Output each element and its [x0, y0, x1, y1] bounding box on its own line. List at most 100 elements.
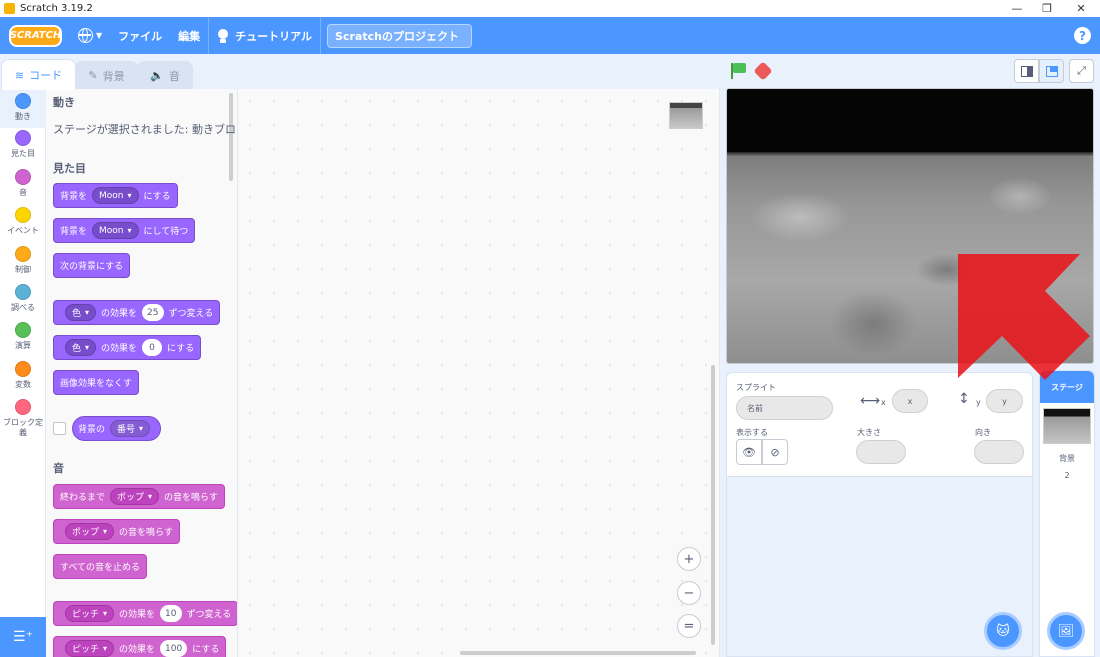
- tab-sounds-label: 音: [168, 69, 180, 83]
- vertical-arrows-icon: ↕: [958, 391, 970, 407]
- direction-input[interactable]: [974, 440, 1024, 464]
- script-vertical-scrollbar[interactable]: [711, 365, 715, 645]
- category-my-blocks[interactable]: ブロック定義: [0, 399, 46, 438]
- choose-backdrop-button[interactable]: 🖼: [1047, 612, 1085, 650]
- normal-stage-icon: [1045, 65, 1058, 77]
- category-label: 演算: [15, 341, 31, 350]
- tab-code-label: コード: [29, 69, 63, 82]
- show-label: 表示する: [736, 428, 768, 437]
- zoom-out-icon: −: [683, 585, 695, 601]
- zoom-in-icon: +: [683, 551, 695, 567]
- language-menu[interactable]: ▼: [70, 17, 110, 54]
- category-dot: [15, 361, 31, 377]
- tutorials-label: チュートリアル: [235, 29, 313, 43]
- category-operators[interactable]: 演算: [0, 322, 46, 351]
- sound-effect-dropdown[interactable]: ピッチ: [65, 605, 115, 622]
- category-label: 変数: [15, 380, 31, 389]
- pitch-amount-input[interactable]: 10: [160, 605, 182, 622]
- change-effect-block[interactable]: 色 の効果を 25 ずつ変える: [53, 300, 221, 325]
- effect-amount-input[interactable]: 25: [142, 304, 164, 321]
- sound-effect-dropdown[interactable]: ピッチ: [65, 640, 115, 657]
- stage-thumbnail: [1043, 408, 1091, 444]
- backdrop-attribute-dropdown[interactable]: 番号: [110, 420, 151, 437]
- close-button[interactable]: ✕: [1064, 0, 1098, 17]
- editor-tabs: ≋ コード ✎ 背景 🔈 音: [0, 54, 720, 90]
- file-menu[interactable]: ファイル: [110, 17, 170, 54]
- set-effect-block[interactable]: 色 の効果を 0 にする: [53, 335, 202, 360]
- tab-backdrops[interactable]: ✎ 背景: [74, 61, 139, 89]
- size-input[interactable]: [856, 440, 906, 464]
- red-arrow-shape: [958, 254, 1090, 380]
- pitch-value-input[interactable]: 100: [160, 640, 188, 657]
- y-position-input[interactable]: y: [986, 389, 1023, 413]
- tab-backdrops-label: 背景: [102, 69, 125, 83]
- script-horizontal-scrollbar[interactable]: [460, 651, 696, 655]
- zoom-reset-button[interactable]: =: [677, 614, 701, 638]
- tutorials-menu[interactable]: チュートリアル: [209, 17, 320, 54]
- show-sprite-button[interactable]: 👁: [736, 439, 762, 465]
- category-sensing[interactable]: 調べる: [0, 284, 46, 313]
- category-events[interactable]: イベント: [0, 207, 46, 236]
- stage-selector[interactable]: ステージ 背景 2 🖼: [1039, 370, 1095, 657]
- next-backdrop-block[interactable]: 次の背景にする: [53, 253, 131, 278]
- category-motion[interactable]: 動き: [0, 89, 46, 128]
- switch-backdrop-wait-block[interactable]: 背景を Moon にして待つ: [53, 218, 196, 243]
- sound-dropdown[interactable]: ポップ: [65, 523, 115, 540]
- effect-dropdown[interactable]: 色: [65, 304, 97, 321]
- sound-dropdown[interactable]: ポップ: [110, 488, 160, 505]
- x-label: x: [881, 398, 886, 407]
- x-position-input[interactable]: x: [892, 389, 928, 413]
- backdrop-number-reporter[interactable]: 背景の 番号: [72, 416, 162, 441]
- help-icon[interactable]: ?: [1074, 27, 1091, 44]
- minimize-button[interactable]: —: [1000, 0, 1034, 17]
- change-pitch-block[interactable]: ピッチ の効果を 10 ずつ変える: [53, 601, 237, 626]
- block-text: ずつ変える: [186, 610, 232, 620]
- zoom-out-button[interactable]: −: [677, 581, 701, 605]
- stage-horizon: [727, 152, 1093, 157]
- block-text: の音を鳴らす: [164, 493, 218, 503]
- category-looks[interactable]: 見た目: [0, 130, 46, 159]
- palette-scrollbar[interactable]: [229, 93, 233, 181]
- block-text: 画像効果をなくす: [60, 379, 133, 389]
- effect-value-input[interactable]: 0: [142, 339, 163, 356]
- backdrop-reporter-checkbox[interactable]: [53, 422, 66, 435]
- scratch-logo[interactable]: SCRATCH: [9, 24, 62, 47]
- add-extension-button[interactable]: ☰⁺: [0, 617, 46, 657]
- fullscreen-button[interactable]: ⤢: [1069, 59, 1094, 83]
- category-label: 調べる: [11, 303, 35, 312]
- normal-stage-button[interactable]: [1039, 59, 1064, 83]
- menu-bar: SCRATCH ▼ ファイル 編集 チュートリアル Scratchのプロジェクト…: [0, 17, 1100, 54]
- switch-backdrop-block[interactable]: 背景を Moon にする: [53, 183, 178, 208]
- stop-icon[interactable]: [753, 61, 773, 81]
- clear-effects-block[interactable]: 画像効果をなくす: [53, 370, 140, 395]
- block-text: の効果を: [119, 645, 156, 655]
- sprite-name-input[interactable]: 名前: [736, 396, 833, 420]
- small-stage-button[interactable]: [1014, 59, 1039, 83]
- category-variables[interactable]: 変数: [0, 361, 46, 390]
- category-control[interactable]: 制御: [0, 246, 46, 275]
- looks-section-title: 見た目: [53, 162, 86, 175]
- category-label: ブロック定義: [3, 418, 43, 437]
- backdrop-dropdown[interactable]: Moon: [92, 222, 139, 239]
- tab-code[interactable]: ≋ コード: [1, 59, 76, 90]
- flag-cloth: [733, 63, 746, 73]
- choose-sprite-button[interactable]: 🐱: [984, 612, 1022, 650]
- script-area[interactable]: + − =: [238, 89, 720, 657]
- play-sound-until-done-block[interactable]: 終わるまで ポップ の音を鳴らす: [53, 484, 225, 509]
- start-sound-block[interactable]: ポップ の音を鳴らす: [53, 519, 180, 544]
- project-title-input[interactable]: Scratchのプロジェクト: [327, 23, 473, 48]
- extension-icon: ☰⁺: [13, 629, 33, 645]
- category-sound[interactable]: 音: [0, 169, 46, 198]
- tab-sounds[interactable]: 🔈 音: [137, 61, 193, 89]
- backdrop-dropdown[interactable]: Moon: [92, 187, 139, 204]
- stop-all-sounds-block[interactable]: すべての音を止める: [53, 554, 148, 579]
- maximize-button[interactable]: ❐: [1030, 0, 1064, 17]
- hide-sprite-button[interactable]: ⊘: [762, 439, 788, 465]
- zoom-reset-icon: =: [683, 618, 695, 634]
- set-pitch-block[interactable]: ピッチ の効果を 100 にする: [53, 636, 227, 657]
- effect-dropdown[interactable]: 色: [65, 339, 97, 356]
- edit-menu[interactable]: 編集: [170, 17, 208, 54]
- scratch-app-icon: [4, 3, 15, 14]
- green-flag-icon[interactable]: [729, 62, 747, 80]
- zoom-in-button[interactable]: +: [677, 547, 701, 571]
